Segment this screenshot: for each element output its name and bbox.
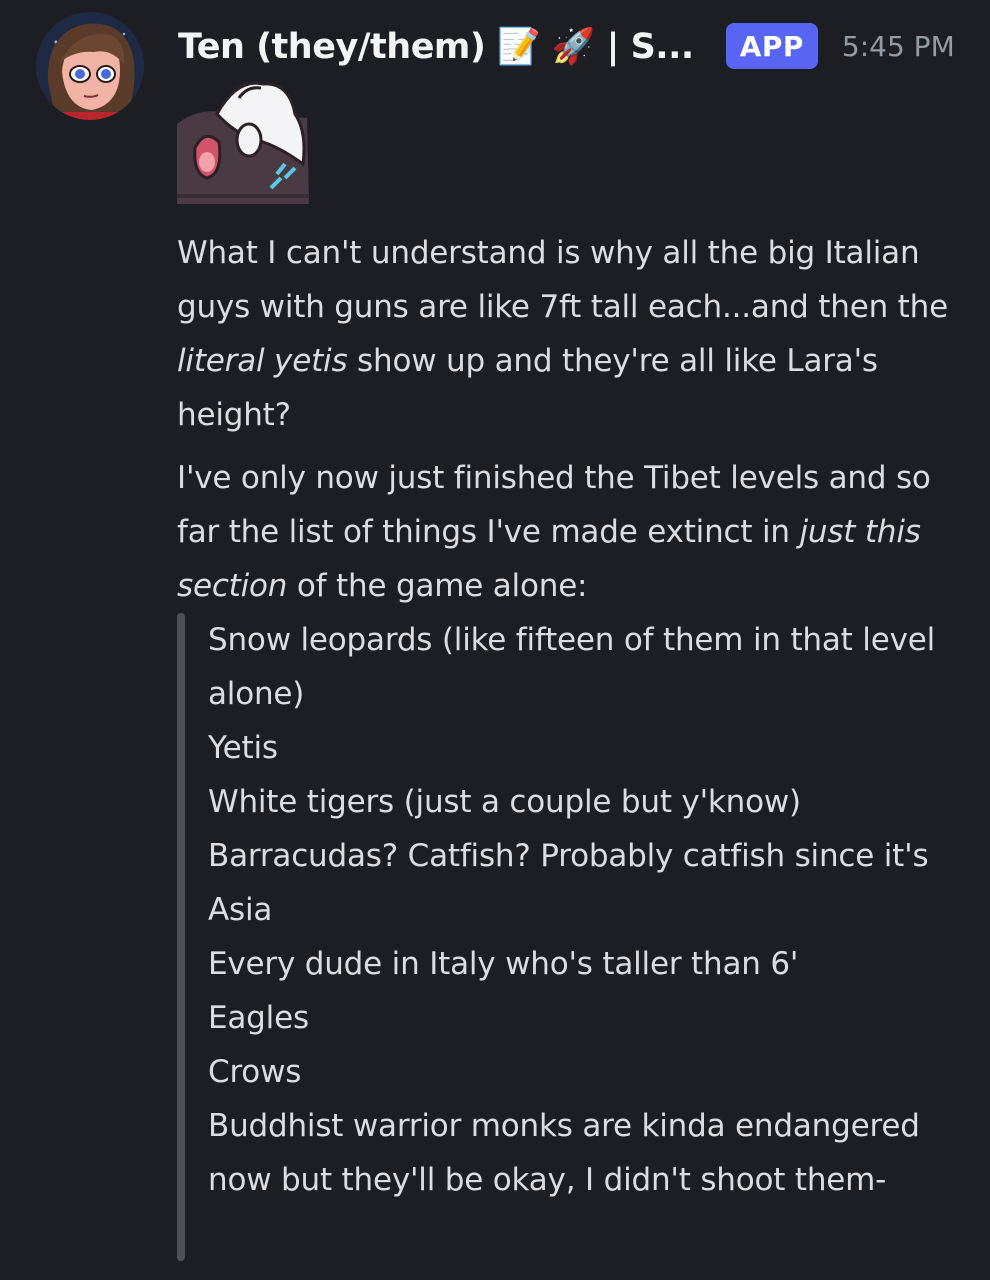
message-paragraph-1: What I can't understand is why all the b… — [177, 226, 967, 442]
message-header: Ten (they/them) 📝 🚀 | S... APP 5:45 PM — [178, 18, 968, 74]
quote-line: Barracudas? Catfish? Probably catfish si… — [208, 838, 929, 928]
quote-line: Every dude in Italy who's taller than 6' — [208, 946, 799, 982]
message-paragraph-2: I've only now just finished the Tibet le… — [177, 451, 967, 613]
app-badge: APP — [725, 23, 818, 69]
avatar-illustrated-person-icon — [36, 12, 144, 120]
message-timestamp[interactable]: 5:45 PM — [842, 30, 955, 63]
blockquote: Snow leopards (like fifteen of them in t… — [208, 613, 968, 1207]
quote-line: White tigers (just a couple but y'know) — [208, 784, 801, 820]
quote-line: Yetis — [208, 730, 278, 766]
quote-line: Eagles — [208, 1000, 309, 1036]
quote-line: Snow leopards (like fifteen of them in t… — [208, 622, 935, 712]
quote-line: Crows — [208, 1054, 302, 1090]
paragraph-1-text-before: What I can't understand is why all the b… — [177, 235, 948, 325]
paragraph-2-text-after: of the game alone: — [287, 568, 588, 604]
blockquote-bar — [177, 613, 185, 1261]
sticker-creature-icon — [177, 81, 309, 204]
author-avatar[interactable] — [36, 12, 144, 120]
author-name[interactable]: Ten (they/them) 📝 🚀 | S... — [178, 26, 694, 67]
quote-line: Buddhist warrior monks are kinda endange… — [208, 1108, 920, 1198]
message-sticker[interactable] — [177, 78, 309, 204]
paragraph-1-italic: literal yetis — [177, 343, 348, 379]
